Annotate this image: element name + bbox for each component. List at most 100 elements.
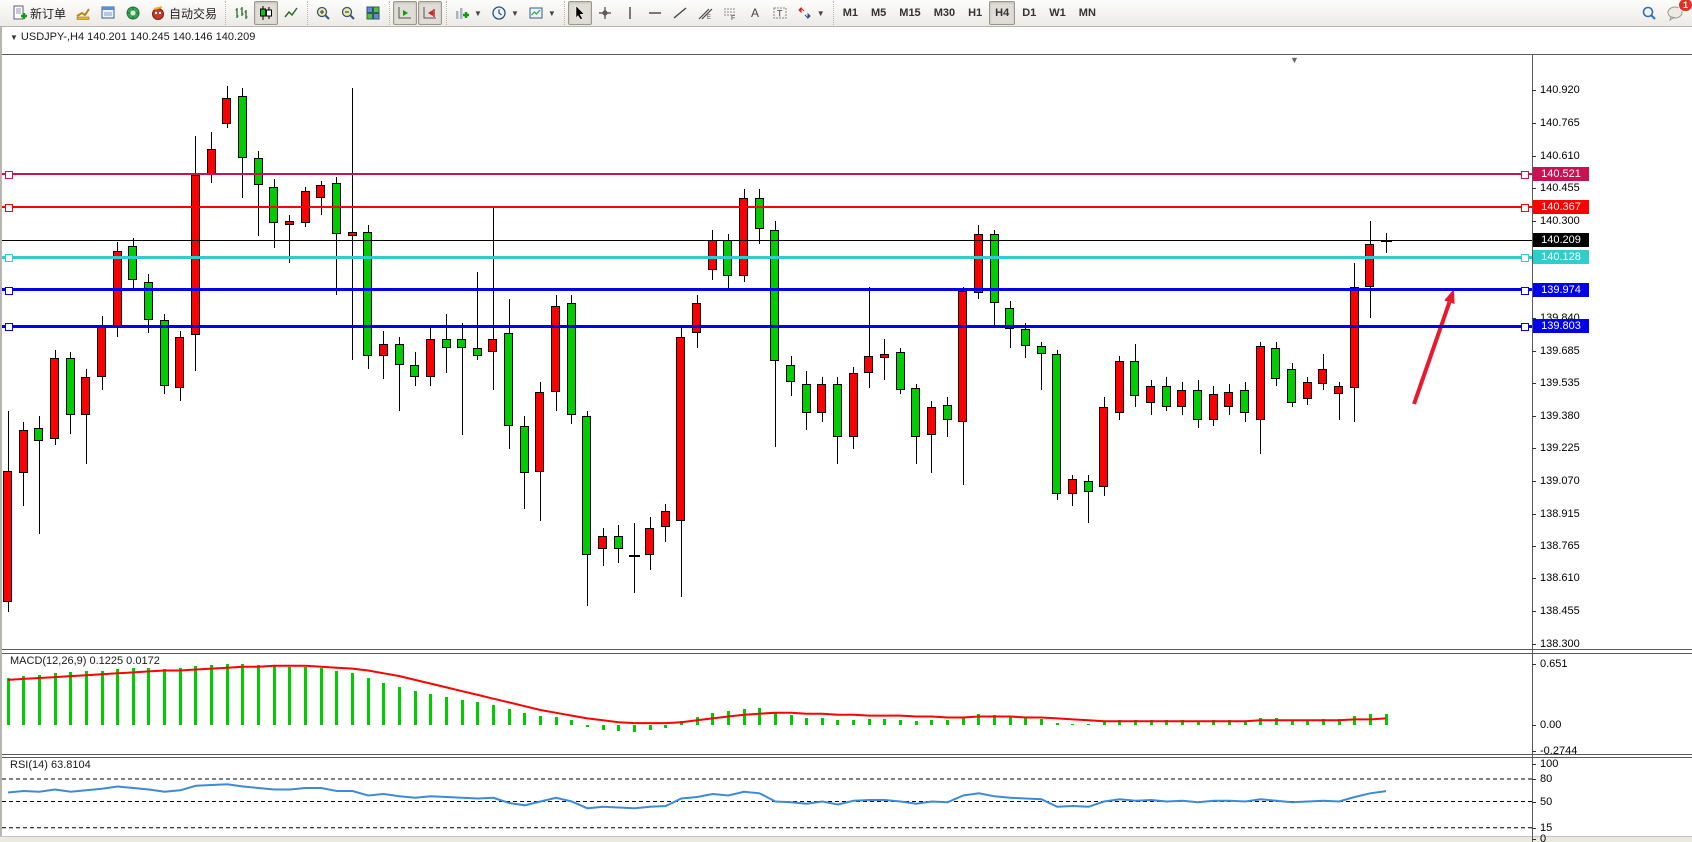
- line-handle[interactable]: [5, 254, 13, 262]
- macd-histogram-bar: [461, 700, 464, 725]
- horizontal-line-button[interactable]: [643, 1, 667, 25]
- candle-body: [551, 306, 560, 393]
- vertical-line-button[interactable]: [618, 1, 642, 25]
- macd-histogram-bar: [492, 705, 495, 725]
- crosshair-button[interactable]: [593, 1, 617, 25]
- bar-chart-button[interactable]: [229, 1, 253, 25]
- channel-button[interactable]: E: [693, 1, 717, 25]
- price-tick: [1532, 448, 1536, 449]
- macd-histogram-bar: [1181, 720, 1184, 725]
- price-tick-label: 138.915: [1540, 508, 1580, 520]
- price-badge: 140.209: [1533, 233, 1589, 247]
- macd-histogram-bar: [85, 671, 88, 725]
- text-label-button[interactable]: T: [768, 1, 792, 25]
- fibonacci-button[interactable]: F: [718, 1, 742, 25]
- line-handle[interactable]: [5, 171, 13, 179]
- zoom-in-button[interactable]: [311, 1, 335, 25]
- chart-shift-button[interactable]: [418, 1, 442, 25]
- horizontal-line[interactable]: [2, 173, 1532, 175]
- candle-body: [1256, 346, 1265, 420]
- auto-scroll-button[interactable]: [393, 1, 417, 25]
- chart-shift-icon: [422, 5, 438, 21]
- line-handle[interactable]: [5, 323, 13, 331]
- line-handle[interactable]: [1521, 171, 1529, 179]
- pane-separator: [2, 653, 1692, 654]
- data-window-button[interactable]: [96, 1, 120, 25]
- line-handle[interactable]: [5, 204, 13, 212]
- candle-body: [911, 388, 920, 437]
- timeframe-m30-button[interactable]: M30: [928, 1, 961, 25]
- timeframe-h4-button[interactable]: H4: [989, 1, 1015, 25]
- candle-body: [222, 98, 231, 123]
- candle-body: [958, 291, 967, 422]
- candle-body: [488, 339, 497, 352]
- line-handle[interactable]: [1521, 204, 1529, 212]
- timeframe-mn-button[interactable]: MN: [1073, 1, 1102, 25]
- arrows-button[interactable]: ▼: [793, 1, 829, 25]
- chart-window[interactable]: ▼USDJPY-,H4 140.201 140.245 140.146 140.…: [0, 27, 1692, 841]
- indicators-button[interactable]: ▼: [450, 1, 486, 25]
- macd-histogram-bar: [38, 675, 41, 725]
- templates-button[interactable]: ▼: [524, 1, 560, 25]
- text-button[interactable]: A: [743, 1, 767, 25]
- candle-wick: [884, 339, 885, 379]
- macd-histogram-bar: [476, 702, 479, 725]
- candle-body: [316, 185, 325, 198]
- new-order-icon: [11, 5, 27, 21]
- line-handle[interactable]: [1521, 287, 1529, 295]
- macd-histogram-bar: [1009, 717, 1012, 726]
- price-tick: [1532, 578, 1536, 579]
- candle-body: [614, 536, 623, 549]
- tile-windows-button[interactable]: [361, 1, 385, 25]
- community-button[interactable]: 1: [1662, 1, 1688, 25]
- price-tick-label: 139.070: [1540, 475, 1580, 487]
- line-handle[interactable]: [1521, 254, 1529, 262]
- candlestick-chart-button[interactable]: [254, 1, 278, 25]
- rsi-line: [8, 784, 1386, 808]
- macd-histogram-bar: [257, 665, 260, 725]
- price-tick: [1532, 546, 1536, 547]
- candle-wick: [634, 523, 635, 593]
- candle-body: [1365, 244, 1374, 286]
- macd-histogram-bar: [288, 667, 291, 725]
- candle-body: [927, 407, 936, 435]
- price-tick-label: 139.535: [1540, 377, 1580, 389]
- timeframe-w1-button[interactable]: W1: [1043, 1, 1072, 25]
- search-button[interactable]: [1637, 1, 1661, 25]
- periods-button[interactable]: ▼: [487, 1, 523, 25]
- price-badge: 139.974: [1533, 283, 1589, 297]
- zoom-out-button[interactable]: [336, 1, 360, 25]
- line-chart-button[interactable]: [279, 1, 303, 25]
- timeframe-h1-button[interactable]: H1: [962, 1, 988, 25]
- timeframe-m1-button[interactable]: M1: [837, 1, 864, 25]
- trendline-button[interactable]: [668, 1, 692, 25]
- navigator-button[interactable]: [121, 1, 145, 25]
- horizontal-line[interactable]: [2, 206, 1532, 208]
- autotrading-button[interactable]: 自动交易: [146, 1, 221, 25]
- candle-body: [1177, 390, 1186, 407]
- candle-body: [786, 365, 795, 382]
- search-icon: [1641, 5, 1657, 21]
- timeframe-m5-button[interactable]: M5: [865, 1, 892, 25]
- market-watch-button[interactable]: [71, 1, 95, 25]
- price-tick-label: 140.300: [1540, 215, 1580, 227]
- annotation-arrow-line[interactable]: [1414, 302, 1449, 404]
- candle-body: [535, 392, 544, 472]
- price-tick: [1532, 156, 1536, 157]
- candle-body: [864, 356, 873, 373]
- cursor-button[interactable]: [568, 1, 592, 25]
- price-tick-label: 138.765: [1540, 540, 1580, 552]
- horizontal-line[interactable]: [2, 325, 1532, 328]
- price-tick-label: 138.610: [1540, 572, 1580, 584]
- macd-histogram-bar: [586, 725, 589, 727]
- line-handle[interactable]: [1521, 323, 1529, 331]
- new-order-button[interactable]: 新订单: [7, 1, 70, 25]
- timeframe-d1-button[interactable]: D1: [1016, 1, 1042, 25]
- line-handle[interactable]: [5, 287, 13, 295]
- chart-shift-marker[interactable]: ▼: [1290, 55, 1299, 65]
- horizontal-line[interactable]: [2, 288, 1532, 291]
- timeframe-m15-button[interactable]: M15: [893, 1, 926, 25]
- collapse-icon[interactable]: ▼: [10, 33, 18, 42]
- horizontal-line[interactable]: [2, 256, 1532, 259]
- macd-histogram-bar: [523, 713, 526, 725]
